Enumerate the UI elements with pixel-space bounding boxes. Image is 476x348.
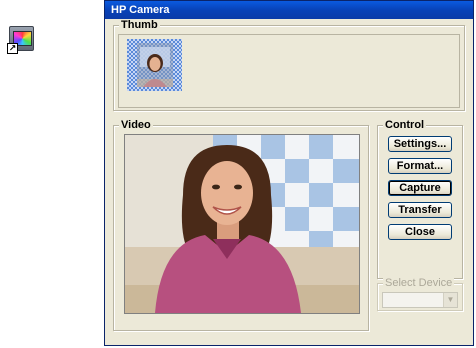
capture-button[interactable]: Capture	[388, 180, 452, 196]
control-group-label: Control	[383, 119, 427, 131]
thumbnail-strip	[118, 34, 460, 108]
select-device-group: Select Device ▼	[377, 277, 463, 311]
shortcut-arrow-icon: ↗	[7, 43, 18, 54]
thumbnail-image[interactable]	[127, 39, 182, 91]
video-group-label: Video	[119, 119, 153, 131]
hp-camera-shortcut-icon[interactable]: ↗	[4, 22, 38, 56]
transfer-button[interactable]: Transfer	[388, 202, 452, 218]
hp-camera-window: HP Camera Thumb Video Control Settings..…	[104, 0, 474, 346]
video-group: Video	[113, 119, 369, 331]
control-group: Control Settings... Format... Capture Tr…	[377, 119, 463, 279]
title-bar[interactable]: HP Camera	[105, 1, 473, 19]
device-dropdown[interactable]: ▼	[382, 292, 458, 308]
close-button[interactable]: Close	[388, 224, 452, 240]
settings-button[interactable]: Settings...	[388, 136, 452, 152]
thumb-group-label: Thumb	[119, 19, 160, 31]
select-device-label: Select Device	[383, 277, 455, 289]
thumb-group: Thumb	[113, 19, 465, 111]
window-title: HP Camera	[111, 4, 170, 16]
video-preview	[124, 134, 360, 314]
format-button[interactable]: Format...	[388, 158, 452, 174]
chevron-down-icon[interactable]: ▼	[443, 293, 457, 307]
